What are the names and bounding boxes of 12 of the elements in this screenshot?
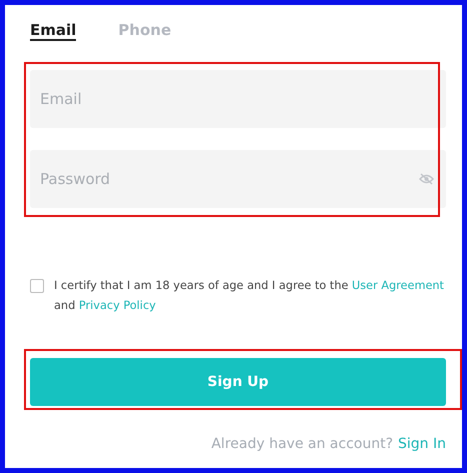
account-prompt: Already have an account? <box>211 436 393 452</box>
email-field[interactable]: Email <box>30 70 446 128</box>
tab[interactable]: Email <box>30 21 76 41</box>
sign-in-link[interactable]: Sign In <box>398 436 446 452</box>
password-field[interactable]: Password <box>30 150 446 208</box>
tab[interactable]: Phone <box>118 21 172 41</box>
hidden-eye-icon[interactable] <box>419 173 434 185</box>
user-agreement-link[interactable]: User Agreement <box>352 279 444 292</box>
checkbox[interactable] <box>30 279 44 293</box>
agreement-text: I certify that I am 18 years of age and I agree to the User Agreement and Privacy Policy <box>54 278 445 314</box>
privacy-policy-link[interactable]: Privacy Policy <box>78 299 156 312</box>
sign-up-button[interactable]: Sign Up <box>30 358 446 406</box>
